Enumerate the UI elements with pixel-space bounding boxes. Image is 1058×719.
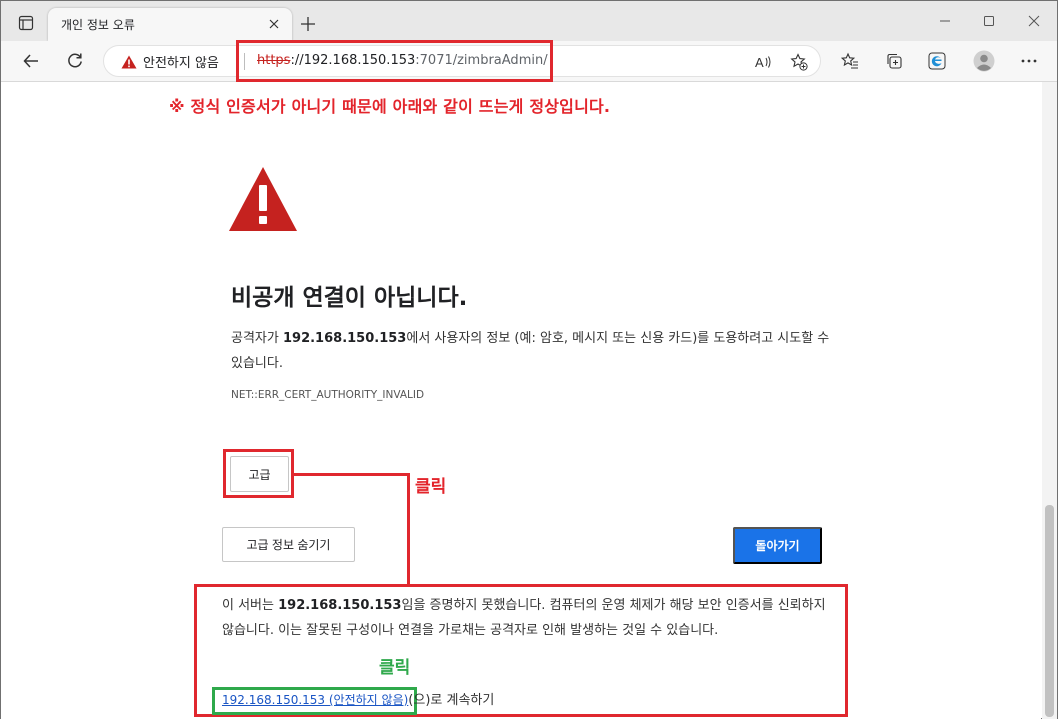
tab-actions-icon[interactable] (9, 9, 43, 37)
page-title: 비공개 연결이 아닙니다. (231, 285, 468, 311)
maximize-icon[interactable] (972, 7, 1006, 35)
edge-icon[interactable] (921, 45, 953, 77)
proceed-suffix: (으)로 계속하기 (408, 693, 495, 708)
refresh-icon[interactable] (59, 45, 91, 77)
proceed-line: 192.168.150.153 (안전하지 않음)(으)로 계속하기 (222, 689, 494, 712)
read-aloud-icon[interactable]: A (750, 49, 776, 75)
close-icon[interactable] (264, 14, 284, 34)
annotation-connector (294, 473, 410, 476)
advanced-details: 이 서버는 192.168.150.153임을 증명하지 못했습니다. 컴퓨터의… (222, 593, 828, 643)
desc-prefix: 공격자가 (231, 331, 283, 346)
browser-window: 개인 정보 오류 안전하지 않음 https://192.168.150.153… (0, 0, 1058, 719)
back-button[interactable]: 돌아가기 (733, 527, 822, 564)
annotation-click-green: 클릭 (379, 658, 411, 678)
tab-title: 개인 정보 오류 (61, 18, 135, 32)
annotation-click-red: 클릭 (415, 477, 447, 497)
security-indicator[interactable]: 안전하지 않음 (121, 52, 219, 71)
tab-strip: 개인 정보 오류 (1, 1, 1057, 41)
svg-text:A: A (755, 55, 764, 70)
error-page: ※ 정식 인증서가 아니기 때문에 아래와 같이 뜨는게 정상입니다. 비공개 … (1, 82, 1041, 719)
hide-advanced-button[interactable]: 고급 정보 숨기기 (222, 527, 355, 562)
collections-icon[interactable] (878, 45, 910, 77)
minimize-icon[interactable] (928, 7, 962, 35)
tab-active[interactable]: 개인 정보 오류 (48, 8, 292, 41)
favorites-icon[interactable] (834, 45, 866, 77)
annotation-notice: ※ 정식 인증서가 아니기 때문에 아래와 같이 뜨는게 정상입니다. (169, 97, 611, 116)
detail-host: 192.168.150.153 (278, 598, 402, 613)
window-close-icon[interactable] (1017, 7, 1051, 35)
desc-host: 192.168.150.153 (282, 331, 407, 346)
warning-icon (228, 166, 298, 236)
scrollbar[interactable] (1042, 82, 1057, 719)
warning-icon (121, 55, 137, 68)
url-annotation-box (236, 40, 553, 82)
add-favorite-icon[interactable] (786, 49, 812, 75)
scrollbar-thumb[interactable] (1045, 505, 1054, 717)
detail-prefix: 이 서버는 (222, 598, 279, 613)
advanced-button[interactable]: 고급 (230, 456, 289, 492)
profile-icon[interactable] (968, 45, 1000, 77)
back-arrow-icon[interactable] (15, 45, 47, 77)
proceed-link[interactable]: 192.168.150.153 (안전하지 않음) (222, 693, 408, 707)
annotation-connector-vertical (407, 473, 410, 584)
error-description: 공격자가 192.168.150.153에서 사용자의 정보 (예: 암호, 메… (231, 326, 837, 376)
plus-icon[interactable] (296, 12, 320, 36)
security-label: 안전하지 않음 (143, 56, 219, 71)
error-code: NET::ERR_CERT_AUTHORITY_INVALID (231, 389, 425, 401)
more-icon[interactable] (1013, 45, 1045, 77)
